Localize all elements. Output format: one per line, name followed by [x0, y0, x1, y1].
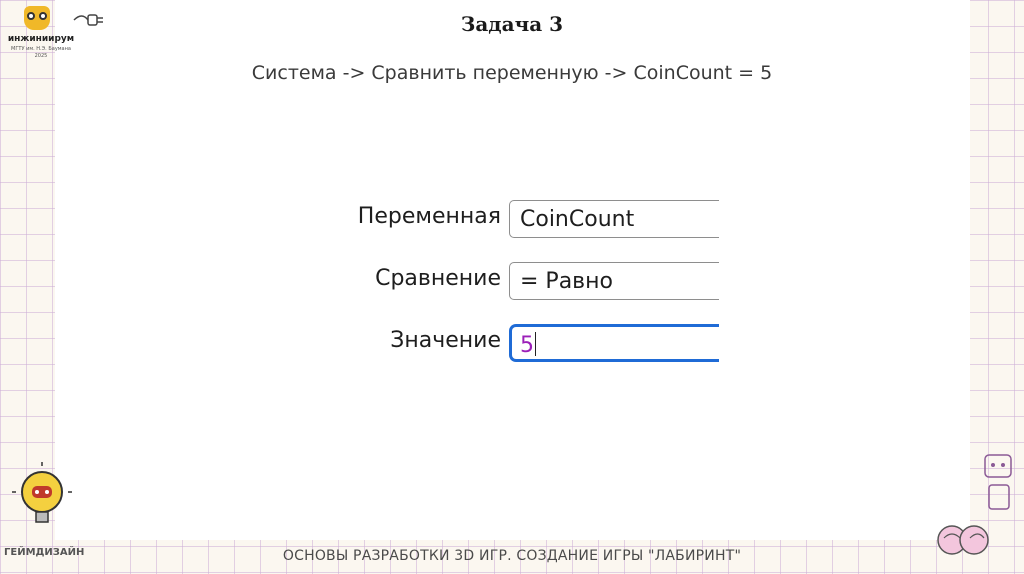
robot-doodle-icon	[984, 454, 1012, 510]
variable-field[interactable]: CoinCount	[509, 200, 719, 238]
lightbulb-gamepad-icon	[12, 462, 72, 523]
value-label: Значение	[390, 328, 501, 353]
comparison-row: Сравнение = Равно	[300, 258, 719, 302]
comparison-label: Сравнение	[375, 266, 501, 291]
value-input[interactable]: 5	[509, 324, 719, 362]
variable-label: Переменная	[357, 204, 501, 229]
brand-subtitle: МГТУ им. Н.Э. Баумана 2025	[11, 46, 71, 59]
value-input-text: 5	[520, 333, 534, 358]
course-footer: ОСНОВЫ РАЗРАБОТКИ 3D ИГР. СОЗДАНИЕ ИГРЫ …	[282, 548, 742, 564]
value-row: Значение 5	[300, 320, 719, 364]
comparison-select[interactable]: = Равно	[509, 262, 719, 300]
variable-row: Переменная CoinCount	[300, 196, 719, 240]
action-path: Система -> Сравнить переменную -> CoinCo…	[251, 62, 773, 84]
page-title: Задача 3	[460, 12, 564, 36]
text-cursor	[535, 332, 536, 356]
